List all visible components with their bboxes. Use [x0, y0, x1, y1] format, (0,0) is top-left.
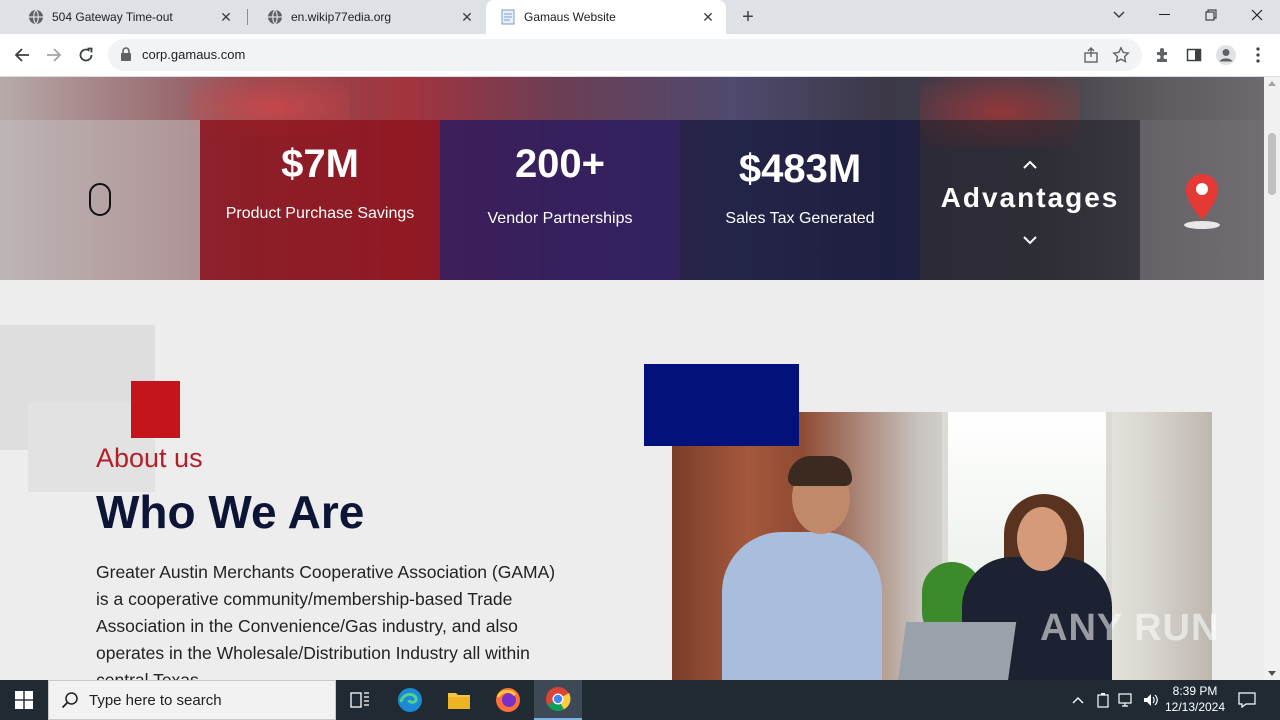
new-tab-button[interactable]: + [736, 5, 760, 29]
decor-red-square [131, 381, 180, 438]
stat-value: $483M [738, 147, 862, 191]
decor-navy-block [644, 364, 799, 446]
search-icon [61, 691, 79, 714]
firefox-icon[interactable] [484, 680, 532, 720]
globe-icon [267, 9, 283, 25]
stat-purchase-savings: $7M Product Purchase Savings [200, 120, 440, 280]
minimize-button[interactable] [1142, 0, 1188, 30]
chevron-down-icon[interactable] [1022, 232, 1038, 248]
page-scrollbar[interactable] [1264, 77, 1280, 680]
scroll-down-arrow[interactable] [1268, 671, 1276, 676]
taskbar-search-box[interactable]: Type here to search [48, 680, 336, 720]
stat-sales-tax: $483M Sales Tax Generated [680, 120, 920, 280]
stat-label: Sales Tax Generated [725, 210, 875, 227]
notification-icon[interactable] [1236, 680, 1258, 720]
close-window-button[interactable] [1234, 0, 1280, 30]
about-kicker: About us [96, 443, 203, 473]
profile-avatar[interactable] [1212, 41, 1240, 69]
address-bar[interactable]: corp.gamaus.com [108, 39, 1142, 71]
chevron-up-icon[interactable] [1022, 156, 1038, 172]
tab-strip: 504 Gateway Time-out ✕ en.wikip77edia.or… [0, 0, 1280, 34]
clock-time: 8:39 PM [1172, 684, 1218, 698]
page-viewport: $7M Product Purchase Savings 200+ Vendor… [0, 77, 1264, 680]
bookmark-star-icon[interactable] [1112, 46, 1130, 69]
close-tab-icon[interactable]: ✕ [700, 9, 716, 25]
windows-start-icon[interactable] [0, 680, 48, 720]
stat-value: $7M [281, 142, 359, 186]
tab-search-chevron-icon[interactable] [1096, 0, 1142, 30]
browser-toolbar: corp.gamaus.com [0, 34, 1280, 77]
stat-vendor-partnerships: 200+ Vendor Partnerships [440, 120, 680, 280]
stat-value: 200+ [514, 142, 606, 186]
location-pin-icon[interactable] [1184, 172, 1220, 235]
reload-button[interactable] [72, 41, 100, 69]
scrollbar-thumb[interactable] [1268, 133, 1276, 195]
close-tab-icon[interactable]: ✕ [459, 9, 475, 25]
url-text[interactable]: corp.gamaus.com [142, 47, 245, 62]
taskbar-clock[interactable]: 8:39 PM 12/13/2024 [1160, 683, 1230, 715]
mouse-scroll-icon [89, 183, 111, 216]
tab-wikipedia[interactable]: en.wikip77edia.org ✕ [247, 0, 485, 34]
edge-browser-icon[interactable] [386, 680, 434, 720]
advantages-label[interactable]: Advantages [920, 182, 1140, 214]
menu-kebab-icon[interactable] [1244, 41, 1272, 69]
network-icon[interactable] [1116, 680, 1138, 720]
scroll-up-arrow[interactable] [1268, 81, 1276, 86]
back-button[interactable] [8, 41, 36, 69]
search-placeholder: Type here to search [89, 692, 222, 709]
chrome-icon[interactable] [534, 680, 582, 720]
location-panel [1140, 120, 1264, 280]
windows-taskbar: Type here to search 8:39 PM 12/13/2024 [0, 680, 1280, 720]
lock-icon[interactable] [120, 47, 132, 66]
tab-gateway-timeout[interactable]: 504 Gateway Time-out ✕ [8, 0, 244, 34]
clock-date: 12/13/2024 [1164, 700, 1226, 714]
stats-bar: $7M Product Purchase Savings 200+ Vendor… [0, 120, 1264, 280]
tab-title: 504 Gateway Time-out [52, 10, 173, 24]
stat-label: Product Purchase Savings [225, 205, 415, 222]
about-paragraph: Greater Austin Merchants Cooperative Ass… [96, 562, 556, 680]
tab-title: en.wikip77edia.org [291, 10, 392, 24]
restore-button[interactable] [1188, 0, 1234, 30]
scroll-indicator-panel [0, 120, 200, 280]
tray-chevron-up-icon[interactable] [1068, 680, 1088, 720]
tab-title: Gamaus Website [524, 10, 616, 24]
stat-label: Vendor Partnerships [487, 210, 633, 227]
close-tab-icon[interactable]: ✕ [218, 9, 234, 25]
page-icon [500, 9, 516, 25]
about-heading: Who We Are [96, 486, 365, 538]
extensions-icon[interactable] [1148, 41, 1176, 69]
share-icon[interactable] [1082, 46, 1100, 69]
anyrun-watermark: ANY RUN [1040, 607, 1220, 649]
battery-icon[interactable] [1092, 680, 1114, 720]
tab-gamaus-website[interactable]: Gamaus Website ✕ [486, 0, 726, 34]
forward-button[interactable] [40, 41, 68, 69]
volume-icon[interactable] [1140, 680, 1162, 720]
task-view-icon[interactable] [336, 680, 384, 720]
advantages-carousel: Advantages [920, 120, 1140, 280]
globe-icon [28, 9, 44, 25]
file-explorer-icon[interactable] [435, 680, 483, 720]
side-panel-icon[interactable] [1180, 41, 1208, 69]
